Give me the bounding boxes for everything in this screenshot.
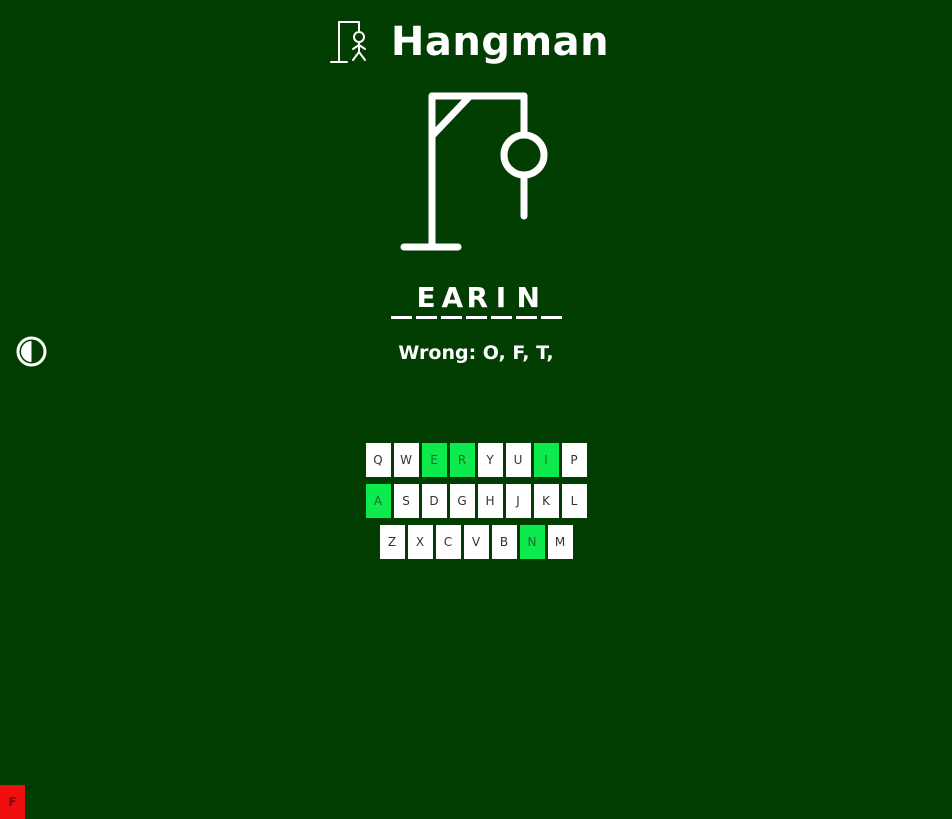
letter-slot [390, 280, 412, 319]
letter-slot [540, 280, 562, 319]
key-s[interactable]: S [393, 484, 419, 518]
keyboard-row: ASD F GHJKL [0, 484, 952, 819]
key-p[interactable]: P [561, 443, 587, 477]
letter-slot: I [490, 280, 512, 319]
key-c[interactable]: C [435, 525, 461, 559]
keyboard-row: ZXCVBNM [0, 525, 952, 559]
key-j[interactable]: J [505, 484, 531, 518]
wrong-guesses-text: Wrong: O, F, T, [398, 342, 554, 364]
key-g[interactable]: G [449, 484, 475, 518]
key-l[interactable]: L [561, 484, 587, 518]
key-e[interactable]: E [421, 443, 447, 477]
letter-slot: E [415, 280, 437, 319]
key-m[interactable]: M [547, 525, 573, 559]
key-d[interactable]: D [421, 484, 447, 518]
key-k[interactable]: K [533, 484, 559, 518]
key-y[interactable]: Y [477, 443, 503, 477]
key-n[interactable]: N [519, 525, 545, 559]
letter-slot: A [440, 280, 463, 319]
key-h[interactable]: H [477, 484, 503, 518]
contrast-icon[interactable] [16, 336, 47, 367]
hangman-drawing [400, 92, 548, 251]
key-r[interactable]: R [449, 443, 475, 477]
key-w[interactable]: W [393, 443, 419, 477]
key-v[interactable]: V [463, 525, 489, 559]
hangman-head [500, 131, 548, 179]
header: Hangman [0, 18, 952, 66]
key-i[interactable]: I [533, 443, 559, 477]
on-screen-keyboard: QWERTYUIOPASD F GHJKL ZXCVBNM [0, 443, 952, 819]
page-title: Hangman [390, 19, 610, 65]
letter-slot: R [465, 280, 488, 319]
gallows-brace [428, 92, 474, 140]
word-display: EARIN [0, 280, 952, 319]
keyboard-row: QWERTYUIOP [0, 443, 952, 819]
gallows-stickman-icon [329, 21, 366, 63]
letter-slot: N [515, 280, 540, 319]
key-q[interactable]: Q [365, 443, 391, 477]
key-a[interactable]: A [365, 484, 391, 518]
key-x[interactable]: X [407, 525, 433, 559]
key-b[interactable]: B [491, 525, 517, 559]
key-u[interactable]: U [505, 443, 531, 477]
key-z[interactable]: Z [379, 525, 405, 559]
key-f[interactable]: F [0, 785, 25, 819]
